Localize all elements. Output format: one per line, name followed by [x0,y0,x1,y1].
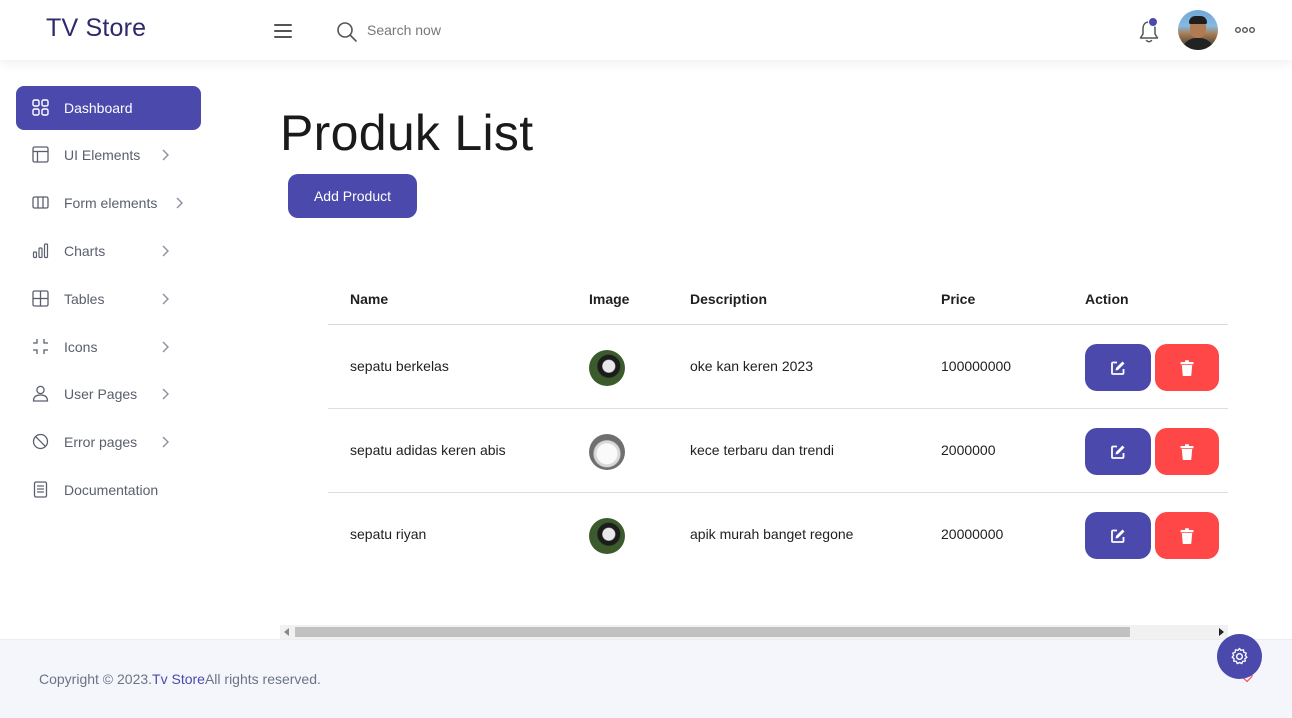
delete-button[interactable] [1155,428,1219,475]
column-header-image: Image [589,291,630,307]
chevron-right-icon [162,149,169,161]
sidebar-item-user-pages[interactable]: User Pages [16,372,201,416]
product-image [589,350,625,386]
product-description: apik murah banget regone [690,526,854,542]
user-icon [32,385,49,402]
product-image [589,434,625,470]
sidebar-item-label: Documentation [64,482,159,498]
table-row: sepatu adidas keren abis kece terbaru da… [328,409,1228,493]
edit-button[interactable] [1085,512,1151,559]
sidebar-item-error-pages[interactable]: Error pages [16,420,201,464]
menu-toggle-icon[interactable] [274,24,292,38]
column-header-action: Action [1085,291,1129,307]
expand-icon [33,339,48,354]
chevron-right-icon [162,388,169,400]
chevron-right-icon [162,341,169,353]
edit-icon [1111,445,1125,459]
scroll-right-arrow-icon[interactable] [1219,628,1224,636]
delete-button[interactable] [1155,512,1219,559]
table-row: sepatu berkelas oke kan keren 2023 10000… [328,325,1228,409]
product-name: sepatu berkelas [350,358,449,374]
horizontal-scrollbar[interactable] [280,625,1228,639]
top-navbar: TV Store [0,0,1292,60]
settings-button[interactable] [1217,634,1262,679]
add-product-button[interactable]: Add Product [288,174,417,218]
product-price: 20000000 [941,526,1004,542]
product-name: sepatu riyan [350,526,427,542]
grid-icon [32,99,49,116]
edit-icon [1111,361,1125,375]
table-row: sepatu riyan apik murah banget regone 20… [328,493,1228,577]
gear-icon [1231,647,1248,665]
product-description: kece terbaru dan trendi [690,442,834,458]
product-description: oke kan keren 2023 [690,358,813,374]
copyright-prefix: Copyright © 2023. [39,671,153,687]
more-options-icon[interactable] [1234,22,1256,38]
columns-icon [32,196,49,209]
product-image [589,518,625,554]
copyright-suffix: All rights reserved. [204,671,321,687]
ban-icon [32,433,49,450]
edit-icon [1111,529,1125,543]
sidebar: Dashboard UI Elements Form elements Char… [0,60,220,639]
sidebar-item-form-elements[interactable]: Form elements [16,181,201,225]
search-input[interactable] [367,19,607,41]
scrollbar-thumb[interactable] [295,627,1130,637]
sidebar-item-dashboard[interactable]: Dashboard [16,86,201,130]
chevron-right-icon [162,245,169,257]
trash-icon [1180,527,1194,544]
page-title: Produk List [280,105,534,161]
sidebar-item-label: Form elements [64,195,158,211]
sidebar-item-label: Dashboard [64,100,133,116]
sidebar-item-tables[interactable]: Tables [16,277,201,321]
edit-button[interactable] [1085,344,1151,391]
table-icon [32,290,49,307]
column-header-description: Description [690,291,768,307]
edit-button[interactable] [1085,428,1151,475]
footer: Copyright © 2023.Tv StoreAll rights rese… [0,639,1292,718]
sidebar-item-label: Charts [64,243,106,259]
bar-chart-icon [32,243,49,259]
sidebar-item-ui-elements[interactable]: UI Elements [16,133,201,177]
column-header-price: Price [941,291,976,307]
copyright-text: Copyright © 2023.Tv StoreAll rights rese… [39,671,321,687]
product-name: sepatu adidas keren abis [350,442,506,458]
document-icon [33,481,48,498]
sidebar-item-documentation[interactable]: Documentation [16,468,201,512]
search-icon [337,22,357,42]
product-price: 100000000 [941,358,1012,374]
notification-dot [1148,17,1158,27]
footer-brand-link[interactable]: Tv Store [152,671,205,687]
sidebar-item-label: Error pages [64,434,138,450]
product-price: 2000000 [941,442,996,458]
sidebar-item-label: User Pages [64,386,138,402]
scroll-left-arrow-icon[interactable] [284,628,289,636]
chevron-right-icon [162,293,169,305]
sidebar-item-label: Tables [64,291,105,307]
trash-icon [1180,359,1194,376]
column-header-name: Name [350,291,389,307]
trash-icon [1180,443,1194,460]
delete-button[interactable] [1155,344,1219,391]
sidebar-item-label: UI Elements [64,147,141,163]
sidebar-item-label: Icons [64,339,98,355]
sidebar-item-charts[interactable]: Charts [16,229,201,273]
chevron-right-icon [162,436,169,448]
chevron-right-icon [176,197,183,209]
sidebar-item-icons[interactable]: Icons [16,325,201,369]
layout-icon [32,146,49,163]
avatar[interactable] [1178,10,1218,50]
brand-logo[interactable]: TV Store [46,14,146,43]
